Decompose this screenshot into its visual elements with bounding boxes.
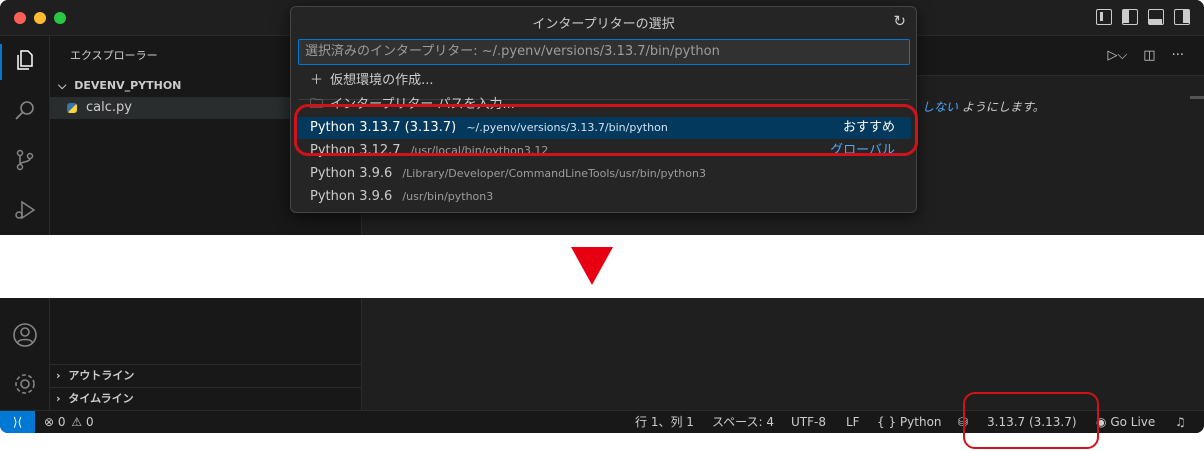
toggle-panel-icon[interactable] xyxy=(1148,9,1164,25)
minimize-window-button[interactable] xyxy=(34,12,46,24)
gear-icon[interactable] xyxy=(12,371,38,397)
vscode-window-top: エクスプローラー ⌵ DEVENV_PYTHON calc.py ▷⌵ ◫ ··… xyxy=(0,0,1204,235)
interpreter-path: /Library/Developer/CommandLineTools/usr/… xyxy=(402,167,706,180)
maximize-window-button[interactable] xyxy=(54,12,66,24)
create-env-item[interactable]: ＋ 仮想環境の作成... xyxy=(296,70,911,92)
eol-status[interactable]: LF xyxy=(846,411,860,433)
close-window-button[interactable] xyxy=(14,12,26,24)
language-label: Python xyxy=(899,415,942,429)
hint-text: ようにします。 xyxy=(961,100,1045,114)
search-icon[interactable] xyxy=(13,98,37,122)
toggle-secondary-sidebar-icon[interactable] xyxy=(1174,9,1190,25)
chevron-right-icon: › xyxy=(56,369,61,382)
chevron-right-icon: › xyxy=(56,392,61,405)
interpreter-label: Python 3.9.6 xyxy=(310,189,393,204)
interpreter-path: /usr/bin/python3 xyxy=(402,190,494,203)
interpreter-item[interactable]: Python 3.9.6 /Library/Developer/CommandL… xyxy=(296,163,911,185)
run-python-file-icon[interactable]: ▷⌵ xyxy=(1107,48,1127,63)
highlight-callout-recommended xyxy=(294,104,918,156)
warning-count: 0 xyxy=(85,415,94,429)
split-editor-icon[interactable]: ◫ xyxy=(1143,48,1155,63)
down-arrow-icon xyxy=(571,247,613,285)
explorer-sidebar-bottom: › アウトライン › タイムライン xyxy=(50,298,362,411)
toggle-primary-sidebar-icon[interactable] xyxy=(1122,9,1138,25)
active-indicator xyxy=(0,44,2,80)
remote-indicator-icon[interactable]: ⟩⟨ xyxy=(0,411,35,433)
customize-layout-icon[interactable] xyxy=(1096,9,1112,25)
cursor-position[interactable]: 行 1、列 1 xyxy=(635,411,694,433)
editor-hint: しない ようにします。 xyxy=(922,98,1045,115)
error-icon: ⊗ xyxy=(44,415,55,429)
problems-status[interactable]: ⊗ 0 ⚠ 0 xyxy=(44,411,94,433)
language-mode[interactable]: { } Python xyxy=(877,411,942,433)
activity-bar xyxy=(0,36,50,235)
layout-controls xyxy=(1096,9,1190,25)
interpreter-search-input[interactable]: 選択済みのインタープリター: ~/.pyenv/versions/3.13.7/… xyxy=(298,39,910,65)
scrollbar-marker xyxy=(1190,96,1204,99)
braces-icon: { } xyxy=(877,415,897,429)
activity-bar-bottom xyxy=(0,298,50,411)
more-actions-icon[interactable]: ··· xyxy=(1172,48,1184,63)
editor-actions: ▷⌵ ◫ ··· xyxy=(1107,48,1184,63)
explorer-icon[interactable] xyxy=(13,48,37,72)
file-name: calc.py xyxy=(86,100,132,115)
quick-pick-title: インタープリターの選択 xyxy=(532,17,675,32)
outline-label: アウトライン xyxy=(68,369,135,382)
chevron-down-icon: ⌵ xyxy=(58,79,67,92)
hint-link[interactable]: しない xyxy=(922,100,958,114)
encoding-status[interactable]: UTF-8 xyxy=(791,411,826,433)
notifications-bell-icon[interactable]: ♫ xyxy=(1175,411,1186,433)
error-count: 0 xyxy=(57,415,66,429)
timeline-section[interactable]: › タイムライン xyxy=(50,387,362,409)
go-live-button[interactable]: ◉ Go Live xyxy=(1096,411,1155,433)
python-file-icon xyxy=(67,103,77,113)
warning-icon: ⚠ xyxy=(71,415,83,429)
go-live-label: Go Live xyxy=(1110,415,1156,429)
account-icon[interactable] xyxy=(12,322,38,348)
add-icon: ＋ xyxy=(310,73,324,88)
refresh-icon[interactable]: ↻ xyxy=(893,12,906,30)
timeline-label: タイムライン xyxy=(68,392,134,405)
run-debug-icon[interactable] xyxy=(13,198,37,222)
interpreter-item[interactable]: Python 3.9.6 /usr/bin/python3 xyxy=(296,186,911,208)
interpreter-label: Python 3.9.6 xyxy=(310,166,393,181)
source-control-icon[interactable] xyxy=(13,148,37,172)
highlight-callout-interpreter xyxy=(963,392,1099,449)
explorer-title: エクスプローラー xyxy=(70,49,158,62)
create-env-label: 仮想環境の作成... xyxy=(330,73,434,88)
outline-section[interactable]: › アウトライン xyxy=(50,364,362,386)
folder-name: DEVENV_PYTHON xyxy=(74,79,182,92)
indentation-status[interactable]: スペース: 4 xyxy=(712,411,774,433)
